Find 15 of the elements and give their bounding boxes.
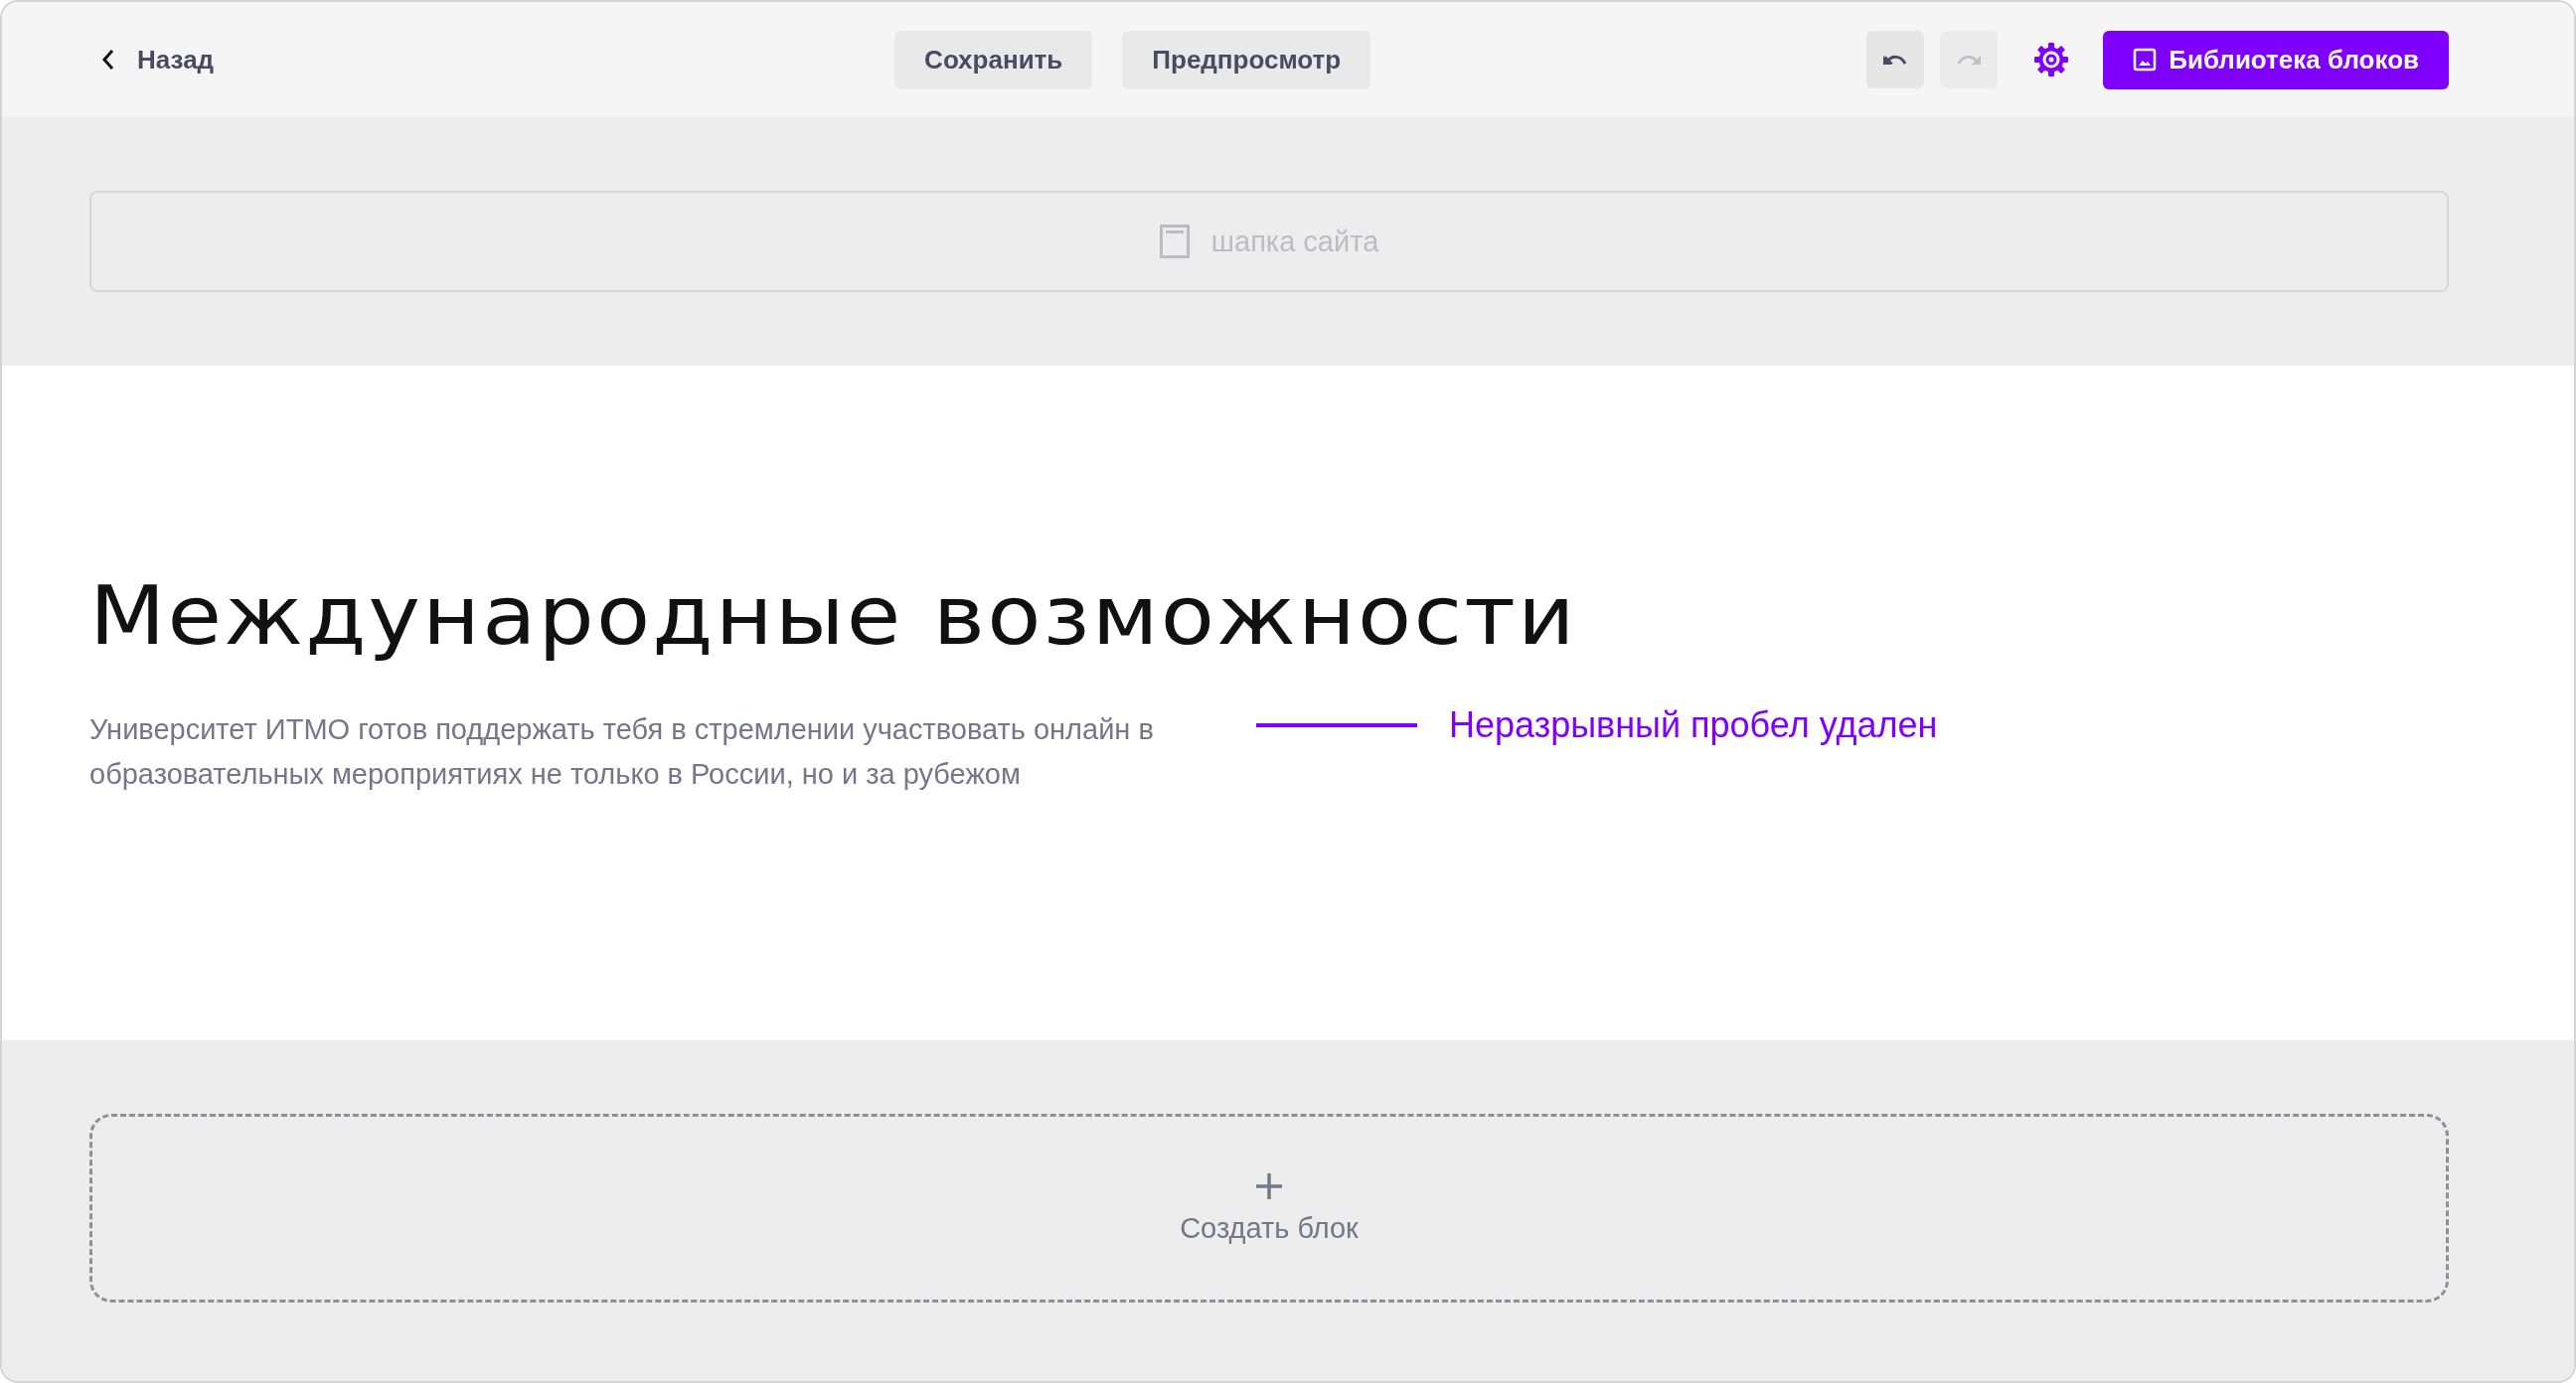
toolbar-button[interactable]: Сохранить bbox=[894, 30, 1093, 89]
annotation-text: Неразрывный пробел удален bbox=[1449, 704, 1938, 746]
image-icon bbox=[2133, 48, 2158, 72]
page-icon bbox=[1159, 225, 1190, 258]
block-library-button[interactable]: Библиотека блоков bbox=[2103, 30, 2449, 89]
body-text: Университет ИТМО готов поддержать тебя в стремлении участвовать онлайн в образовательных мероприятиях не только в России, но и за рубежом bbox=[89, 712, 1155, 792]
create-block-button[interactable]: Создать блок bbox=[89, 1114, 2449, 1303]
undo-button[interactable] bbox=[1866, 31, 1925, 88]
plus-icon bbox=[1255, 1171, 1283, 1200]
toolbar-button[interactable]: Предпросмотр bbox=[1122, 30, 1371, 89]
chevron-left-icon bbox=[101, 49, 115, 71]
settings-button[interactable] bbox=[2033, 42, 2070, 77]
settings-icon bbox=[2033, 42, 2070, 77]
back-link[interactable]: Назад bbox=[91, 38, 225, 81]
page-title: Международные возможности bbox=[89, 567, 1577, 665]
